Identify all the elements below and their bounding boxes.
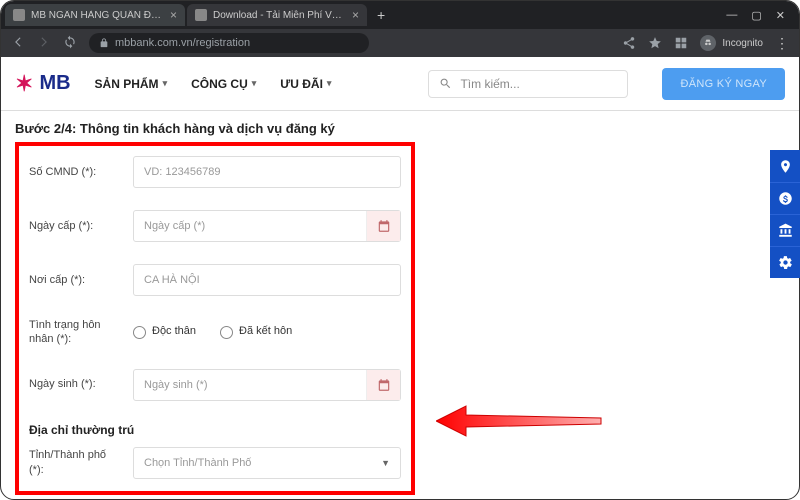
gear-icon	[778, 255, 793, 270]
calendar-icon[interactable]	[366, 370, 400, 400]
close-icon[interactable]: ×	[170, 8, 177, 22]
chevron-down-icon: ▼	[381, 458, 390, 468]
bookmark-icon[interactable]	[648, 36, 662, 50]
close-icon[interactable]: ×	[352, 8, 359, 22]
search-icon	[439, 77, 452, 90]
issue-date-label: Ngày cấp (*):	[29, 219, 117, 233]
id-number-label: Số CMND (*):	[29, 165, 117, 179]
nav-label: CÔNG CỤ	[191, 77, 248, 91]
floating-widgets	[770, 150, 800, 278]
browser-address-bar: mbbank.com.vn/registration Incognito ⋮	[1, 29, 799, 57]
radio-single[interactable]: Độc thân	[133, 325, 196, 339]
id-number-input[interactable]: VD: 123456789	[133, 156, 401, 188]
widget-currency[interactable]	[770, 182, 800, 214]
register-button[interactable]: ĐĂNG KÝ NGAY	[662, 68, 785, 100]
province-select[interactable]: Chọn Tỉnh/Thành Phố ▼	[133, 447, 401, 479]
province-label: Tỉnh/Thành phố (*):	[29, 448, 117, 477]
browser-tab-strip: MB NGÂN HÀNG QUÂN ĐỘI | M × Download - T…	[1, 1, 799, 29]
tab-favicon	[195, 9, 207, 21]
calendar-icon[interactable]	[366, 211, 400, 241]
issue-place-input[interactable]: CA HÀ NỘI	[133, 264, 401, 296]
new-tab-button[interactable]: +	[369, 7, 393, 23]
menu-icon[interactable]: ⋮	[775, 35, 789, 52]
registration-form: Số CMND (*): VD: 123456789 Ngày cấp (*):…	[15, 142, 415, 495]
nav-tools[interactable]: CÔNG CỤ	[191, 77, 256, 91]
logo[interactable]: ✶ MB	[15, 71, 71, 97]
incognito-indicator[interactable]: Incognito	[700, 35, 763, 51]
extensions-icon[interactable]	[674, 36, 688, 50]
radio-label: Đã kết hôn	[239, 325, 292, 337]
radio-icon	[133, 326, 146, 339]
nav-products[interactable]: SẢN PHẨM	[95, 77, 168, 91]
radio-label: Độc thân	[152, 325, 196, 337]
widget-settings[interactable]	[770, 246, 800, 278]
logo-star-icon: ✶	[15, 71, 33, 97]
dollar-icon	[778, 191, 793, 206]
widget-bank[interactable]	[770, 214, 800, 246]
minimize-icon[interactable]: —	[726, 9, 737, 22]
reload-button[interactable]	[63, 35, 77, 52]
step-title: Bước 2/4: Thông tin khách hàng và dịch v…	[15, 121, 785, 136]
nav-offers[interactable]: ƯU ĐÃI	[280, 77, 331, 91]
window-controls: — ▢ ✕	[726, 9, 795, 22]
tab-title: Download - Tải Miễn Phí VN - P	[213, 10, 346, 21]
tab-title: MB NGÂN HÀNG QUÂN ĐỘI | M	[31, 10, 164, 21]
search-placeholder: Tìm kiếm...	[460, 77, 519, 91]
cta-label: ĐĂNG KÝ NGAY	[680, 78, 767, 90]
dob-label: Ngày sinh (*):	[29, 377, 117, 391]
browser-tab-2[interactable]: Download - Tải Miễn Phí VN - P ×	[187, 4, 367, 26]
lock-icon	[99, 38, 109, 48]
forward-button[interactable]	[37, 35, 51, 52]
input-placeholder: Ngày sinh (*)	[144, 379, 208, 391]
radio-icon	[220, 326, 233, 339]
page-content: Bước 2/4: Thông tin khách hàng và dịch v…	[1, 111, 799, 500]
widget-location[interactable]	[770, 150, 800, 182]
annotation-arrow	[436, 401, 606, 446]
input-placeholder: CA HÀ NỘI	[144, 274, 200, 286]
search-input[interactable]: Tìm kiếm...	[428, 70, 628, 98]
nav-label: SẢN PHẨM	[95, 77, 159, 91]
bank-icon	[778, 223, 793, 238]
marital-status-label: Tình trạng hôn nhân (*):	[29, 318, 117, 347]
input-placeholder: Ngày cấp (*)	[144, 220, 205, 232]
location-icon	[778, 159, 793, 174]
issue-place-label: Nơi cấp (*):	[29, 273, 117, 287]
dob-input[interactable]: Ngày sinh (*)	[133, 369, 401, 401]
maximize-icon[interactable]: ▢	[751, 9, 761, 22]
nav-label: ƯU ĐÃI	[280, 77, 323, 91]
close-window-icon[interactable]: ✕	[776, 9, 785, 22]
browser-tab-1[interactable]: MB NGÂN HÀNG QUÂN ĐỘI | M ×	[5, 4, 185, 26]
url-input[interactable]: mbbank.com.vn/registration	[89, 33, 369, 53]
radio-married[interactable]: Đã kết hôn	[220, 325, 292, 339]
address-section-title: Địa chỉ thường trú	[29, 423, 401, 437]
incognito-icon	[700, 35, 716, 51]
url-text: mbbank.com.vn/registration	[115, 37, 250, 49]
incognito-label: Incognito	[722, 38, 763, 49]
tab-favicon	[13, 9, 25, 21]
select-placeholder: Chọn Tỉnh/Thành Phố	[144, 457, 251, 469]
site-header: ✶ MB SẢN PHẨM CÔNG CỤ ƯU ĐÃI Tìm kiếm...…	[1, 57, 799, 111]
back-button[interactable]	[11, 35, 25, 52]
input-placeholder: VD: 123456789	[144, 166, 220, 178]
brand-text: MB	[39, 72, 70, 95]
share-icon[interactable]	[622, 36, 636, 50]
issue-date-input[interactable]: Ngày cấp (*)	[133, 210, 401, 242]
